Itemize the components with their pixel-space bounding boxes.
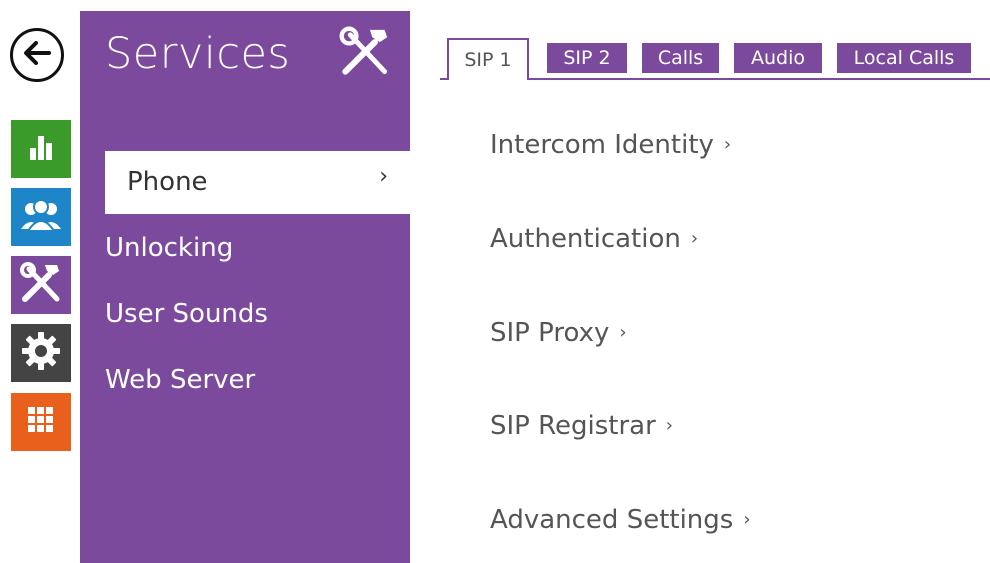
tab-local-calls[interactable]: Local Calls [837, 43, 971, 73]
link-label: Advanced Settings [490, 505, 734, 535]
services-tools-icon [19, 261, 63, 309]
tab-audio[interactable]: Audio [734, 43, 822, 73]
rail-directory[interactable] [11, 188, 71, 246]
sidebar-title: Services [105, 29, 291, 79]
back-arrow-icon [23, 41, 51, 69]
hardware-grid-icon [27, 406, 55, 438]
link-advanced-settings[interactable]: Advanced Settings › [490, 505, 751, 535]
chevron-right-icon: › [379, 164, 388, 189]
sidebar-item-label: Phone [127, 167, 208, 197]
tools-icon [338, 25, 392, 83]
sidebar-item-unlocking[interactable]: Unlocking [105, 233, 233, 263]
status-chart-icon [26, 132, 56, 166]
sidebar-item-web-server[interactable]: Web Server [105, 365, 255, 395]
directory-users-icon [19, 197, 63, 237]
link-sip-registrar[interactable]: SIP Registrar › [490, 411, 673, 441]
chevron-right-icon: › [723, 134, 732, 155]
system-gear-icon [20, 330, 62, 376]
link-sip-proxy[interactable]: SIP Proxy › [490, 318, 627, 348]
link-label: Intercom Identity [490, 130, 714, 160]
chevron-right-icon: › [665, 415, 673, 436]
link-label: Authentication [490, 224, 681, 254]
link-intercom-identity[interactable]: Intercom Identity › [490, 130, 731, 160]
rail-system[interactable] [11, 324, 71, 382]
sidebar-item-phone[interactable]: Phone › [105, 151, 410, 214]
chevron-right-icon: › [743, 509, 751, 530]
rail-hardware[interactable] [11, 393, 71, 451]
sidebar-item-user-sounds[interactable]: User Sounds [105, 299, 268, 329]
rail-status[interactable] [11, 120, 71, 178]
services-sidebar: Services Phone › Unlocking User Sounds W… [80, 11, 410, 563]
tab-calls[interactable]: Calls [642, 43, 719, 73]
link-label: SIP Registrar [490, 411, 656, 441]
chevron-right-icon: › [619, 322, 627, 343]
chevron-right-icon: › [690, 228, 699, 249]
back-button[interactable] [10, 28, 64, 82]
rail-services[interactable] [11, 256, 71, 314]
tab-sip-2[interactable]: SIP 2 [547, 43, 627, 73]
tab-sip-1[interactable]: SIP 1 [447, 38, 529, 80]
link-authentication[interactable]: Authentication › [490, 224, 698, 254]
link-label: SIP Proxy [490, 318, 610, 348]
